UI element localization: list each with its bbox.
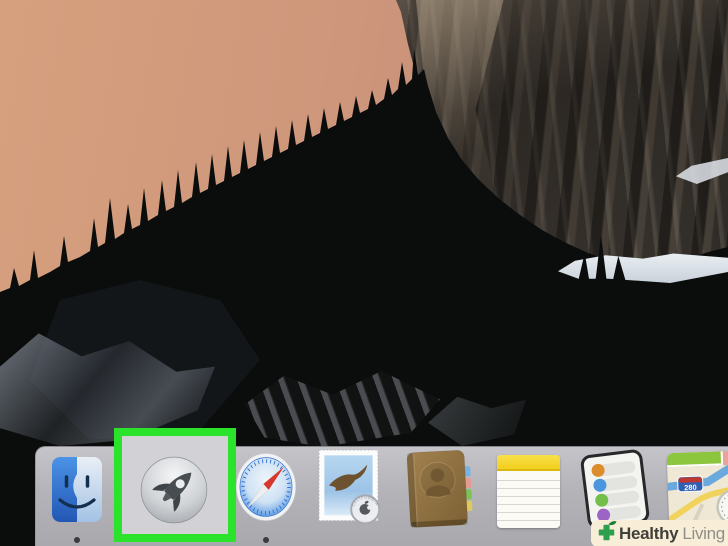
notes-lined-paper (497, 473, 560, 526)
maps-icon: 280 3 (666, 450, 728, 530)
healthy-living-plus-icon (598, 520, 617, 540)
dock-item-mail[interactable]: CALIFORNIA (317, 448, 384, 528)
mail-stamp-icon: CALIFORNIA (318, 449, 381, 525)
maps-overlays: 280 3 (677, 475, 728, 526)
dock-item-finder[interactable] (52, 457, 102, 522)
green-bullet-icon (594, 492, 610, 508)
blue-bullet-icon (592, 478, 608, 493)
healthy-living-watermark: Healthy Living (591, 520, 728, 546)
finder-icon (52, 457, 102, 522)
mail-postmark: CALIFORNIA (350, 494, 381, 525)
orange-bullet-icon (590, 463, 606, 478)
reminders-row (594, 490, 640, 508)
reminders-row (590, 460, 637, 478)
interstate-280-shield: 280 (677, 475, 704, 493)
watermark-brand-light: Living (682, 523, 725, 543)
reminders-row (592, 475, 638, 493)
contacts-book-icon (406, 450, 473, 528)
notes-icon (497, 455, 560, 528)
watermark-brand-bold: Healthy (619, 523, 679, 543)
safari-compass-icon (235, 453, 297, 521)
desktop-screen: CALIFORNIA 280 Healthy Living (0, 0, 728, 546)
launchpad-rocket-icon (140, 456, 208, 524)
dock-item-safari[interactable] (235, 452, 297, 522)
dock-item-maps[interactable]: 280 3 (666, 450, 728, 530)
dock-item-contacts[interactable] (406, 450, 474, 528)
safari-running-indicator (263, 537, 269, 543)
dock-item-launchpad[interactable] (139, 455, 209, 525)
notes-yellow-header (497, 455, 560, 471)
dock-item-notes[interactable] (497, 455, 560, 528)
finder-running-indicator (74, 537, 80, 543)
svg-text:280: 280 (684, 483, 697, 492)
